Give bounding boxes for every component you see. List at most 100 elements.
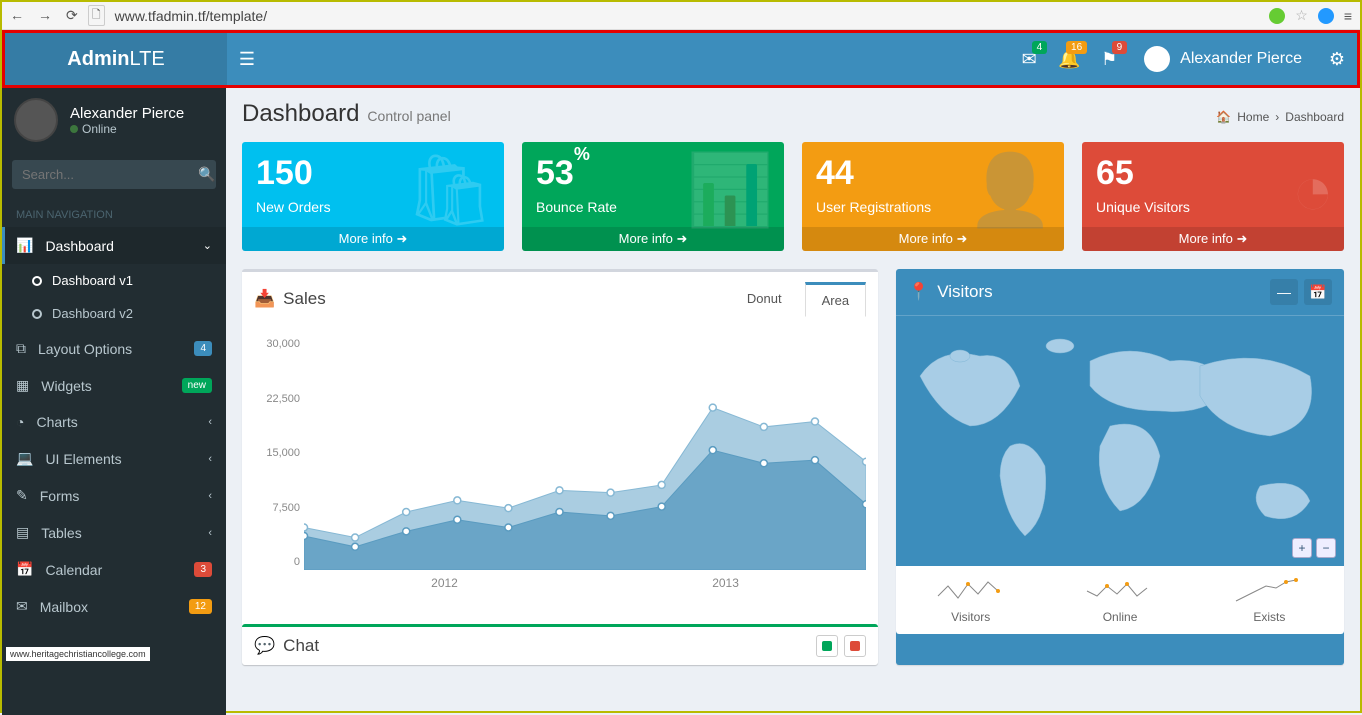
zoom-out-button[interactable]: − — [1316, 538, 1336, 558]
sidebar-item-label: Calendar — [45, 562, 182, 578]
chevron-left-icon: ‹ — [208, 527, 212, 539]
gauge-icon: 📊 — [16, 237, 33, 254]
watermark: www.heritagechristiancollege.com — [6, 647, 150, 661]
page-subtitle: Control panel — [367, 108, 450, 124]
url-prefix-icon: 🗋 — [88, 5, 105, 26]
spark-label: Exists — [1234, 610, 1304, 624]
search-icon[interactable]: 🔍 — [198, 166, 215, 183]
menu-icon[interactable]: ≡ — [1344, 8, 1352, 24]
sidebar-item-label: Dashboard v2 — [52, 306, 133, 321]
pin-icon: 📍 — [908, 282, 929, 302]
home-icon[interactable]: 🏠 — [1216, 110, 1231, 124]
sidebar-item-tables[interactable]: ▤ Tables ‹ — [2, 514, 226, 551]
sidebar-search[interactable]: 🔍 — [12, 160, 216, 189]
ext-icon-2[interactable] — [1318, 8, 1334, 24]
stat-user-reg: 44 User Registrations 👤 More info ➜ — [802, 142, 1064, 251]
chevron-left-icon: ‹ — [208, 490, 212, 502]
sidebar-item-charts[interactable]: ◔ Charts ‹ — [2, 404, 226, 440]
map-svg — [896, 316, 1344, 566]
tab-donut[interactable]: Donut — [730, 282, 799, 316]
sidebar-item-label: Charts — [36, 414, 196, 430]
panel-title: Visitors — [937, 282, 992, 302]
breadcrumb-current: Dashboard — [1285, 110, 1344, 124]
forward-icon[interactable]: → — [38, 7, 52, 24]
mail-icon[interactable]: ✉4 — [1009, 49, 1049, 70]
badge: 4 — [194, 341, 212, 356]
stat-value: 44 — [816, 154, 854, 192]
gear-icon[interactable]: ⚙ — [1317, 49, 1357, 70]
status-green-button[interactable] — [816, 635, 838, 657]
sidebar-sub-dashboard-v1[interactable]: Dashboard v1 — [2, 264, 226, 297]
sidebar-item-label: Layout Options — [38, 341, 182, 357]
user-plus-icon: 👤 — [967, 150, 1054, 232]
sidebar-item-dashboard[interactable]: 📊 Dashboard ⌄ — [2, 227, 226, 264]
envelope-icon: ✉ — [16, 598, 28, 615]
calendar-button[interactable]: 📅 — [1304, 279, 1332, 305]
stat-row: 150 New Orders 🛍 More info ➜ 53% Bounce … — [242, 142, 1344, 251]
stat-bounce-rate: 53% Bounce Rate 📊 More info ➜ — [522, 142, 784, 251]
sales-panel: 📥 Sales Donut Area 30,00022,50015,0007,50… — [242, 269, 878, 665]
star-icon[interactable]: ☆ — [1295, 7, 1308, 24]
sidebar-toggle-button[interactable]: ☰ — [227, 49, 267, 70]
badge: 3 — [194, 562, 212, 577]
panel-title: Chat — [283, 636, 319, 656]
breadcrumb: 🏠 Home › Dashboard — [1216, 110, 1344, 124]
sales-chart: 30,00022,50015,0007,5000 20122013 — [254, 338, 866, 598]
user-menu[interactable]: Alexander Pierce — [1129, 46, 1317, 72]
sidebar-avatar — [14, 98, 58, 142]
flag-badge: 9 — [1112, 41, 1128, 54]
pie-icon: ◔ — [1292, 150, 1334, 230]
panel-title: Sales — [283, 289, 326, 309]
bell-icon[interactable]: 🔔16 — [1049, 49, 1089, 70]
nav-header: MAIN NAVIGATION — [2, 197, 226, 227]
reload-icon[interactable]: ⟳ — [66, 7, 78, 24]
brand-bold: Admin — [67, 48, 129, 70]
sidebar-item-forms[interactable]: ✎ Forms ‹ — [2, 477, 226, 514]
sidebar-user-name: Alexander Pierce — [70, 105, 184, 122]
brand-light: LTE — [130, 48, 165, 70]
sidebar-item-label: Mailbox — [40, 599, 177, 615]
stat-visitors: 65 Unique Visitors ◔ More info ➜ — [1082, 142, 1344, 251]
bell-badge: 16 — [1066, 41, 1087, 54]
sidebar-item-widgets[interactable]: ▦ Widgets new — [2, 367, 226, 404]
breadcrumb-home[interactable]: Home — [1237, 110, 1269, 124]
url-bar[interactable]: www.tfadmin.tf/template/ — [115, 8, 1260, 24]
collapse-button[interactable]: — — [1270, 279, 1298, 305]
zoom-in-button[interactable]: + — [1292, 538, 1312, 558]
main-content: Dashboard Control panel 🏠 Home › Dashboa… — [226, 88, 1360, 715]
status-red-button[interactable] — [844, 635, 866, 657]
grid-icon: ▦ — [16, 377, 29, 394]
brand-logo[interactable]: AdminLTE — [5, 33, 227, 85]
sidebar: Alexander Pierce Online 🔍 MAIN NAVIGATIO… — [2, 88, 226, 715]
sidebar-sub-dashboard-v2[interactable]: Dashboard v2 — [2, 297, 226, 330]
sidebar-item-label: Tables — [41, 525, 196, 541]
top-header: AdminLTE ☰ ✉4 🔔16 ⚑9 Alexander Pierce ⚙ — [5, 33, 1357, 85]
bag-icon: 🛍 — [405, 150, 494, 232]
sidebar-item-ui[interactable]: 💻 UI Elements ‹ — [2, 440, 226, 477]
sidebar-item-calendar[interactable]: 📅 Calendar 3 — [2, 551, 226, 588]
sidebar-item-layout[interactable]: ⧉ Layout Options 4 — [2, 330, 226, 367]
tab-area[interactable]: Area — [805, 282, 866, 317]
visitors-panel: 📍 Visitors — 📅 — [896, 269, 1344, 665]
sidebar-item-mailbox[interactable]: ✉ Mailbox 12 — [2, 588, 226, 625]
spark-label: Online — [1085, 610, 1155, 624]
stat-value: 65 — [1096, 154, 1134, 192]
sparkline-row: Visitors Online Exists — [896, 566, 1344, 634]
back-icon[interactable]: ← — [10, 7, 24, 24]
inbox-icon: 📥 — [254, 289, 275, 309]
more-info-link[interactable]: More info ➜ — [1082, 227, 1344, 251]
sidebar-item-label: Dashboard — [45, 238, 190, 254]
stat-value: 53 — [536, 154, 574, 192]
flag-icon[interactable]: ⚑9 — [1089, 49, 1129, 70]
sidebar-user-status[interactable]: Online — [70, 122, 184, 136]
ext-icon-1[interactable] — [1269, 8, 1285, 24]
edit-icon: ✎ — [16, 487, 28, 504]
sidebar-item-label: Widgets — [41, 378, 169, 394]
page-title: Dashboard — [242, 100, 359, 128]
sidebar-item-label: Dashboard v1 — [52, 273, 133, 288]
world-map[interactable]: + − — [896, 316, 1344, 566]
spark-visitors: Visitors — [936, 576, 1006, 624]
pie-icon: ◔ — [16, 414, 24, 430]
search-input[interactable] — [22, 167, 198, 182]
table-icon: ▤ — [16, 524, 29, 541]
